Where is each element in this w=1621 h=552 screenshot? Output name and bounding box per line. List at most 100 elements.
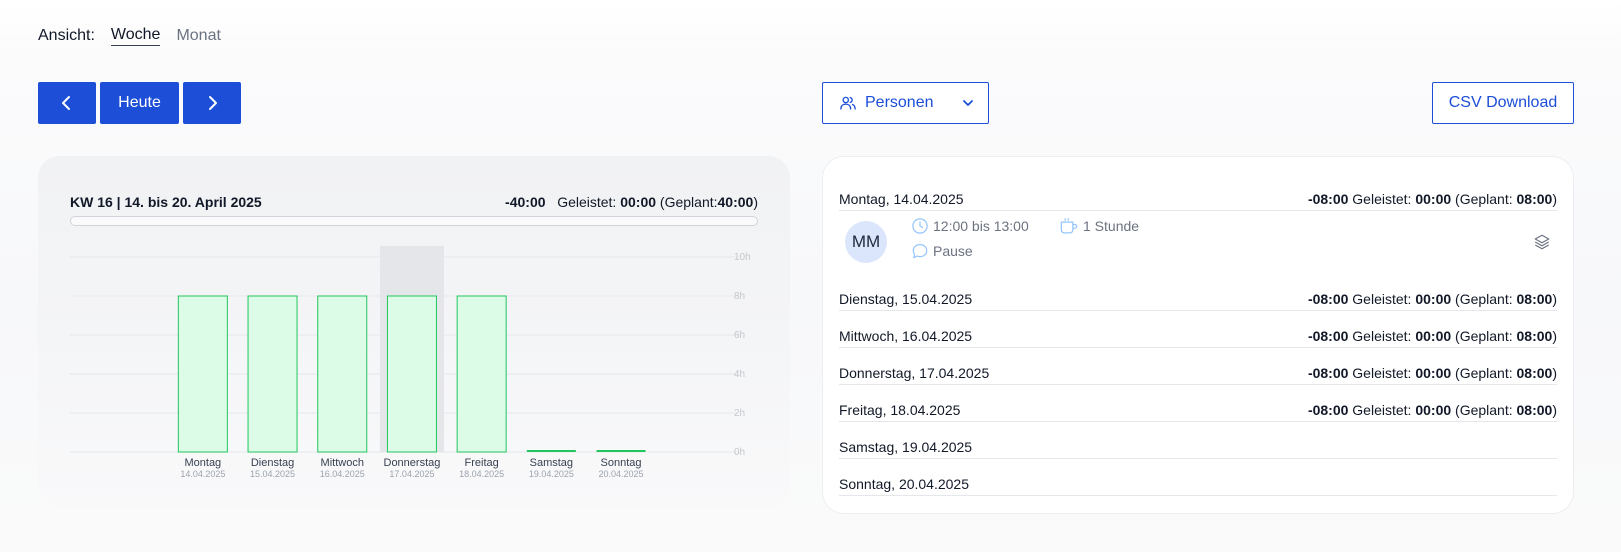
csv-download-button[interactable]: CSV Download (1432, 82, 1574, 124)
y-tick-label: 0h (734, 447, 745, 458)
time-entry[interactable]: MM 12:00 bis 13:00 1 Stunde Pause (839, 217, 1557, 273)
y-tick-label: 4h (734, 369, 745, 380)
day-planned-close: ) (1552, 291, 1557, 307)
day-name: Mittwoch, 16.04.2025 (839, 328, 973, 344)
today-button[interactable]: Heute (100, 82, 179, 124)
day-done-value: 00:00 (1415, 191, 1452, 207)
day-planned-value: 08:00 (1516, 291, 1553, 307)
day-planned-value: 08:00 (1516, 191, 1553, 207)
persons-dropdown[interactable]: Personen (822, 82, 989, 124)
day-done-value: 00:00 (1415, 402, 1452, 418)
entry-break-text: 1 Stunde (1083, 218, 1140, 234)
x-tick-date: 16.04.2025 (320, 469, 365, 479)
day-name: Montag, 14.04.2025 (839, 191, 964, 207)
bar (317, 295, 368, 453)
bar (247, 295, 298, 453)
day-name: Dienstag, 15.04.2025 (839, 291, 973, 307)
x-tick-date: 17.04.2025 (389, 469, 434, 479)
day-done-label: Geleistet: (1352, 291, 1412, 307)
day-planned-label: (Geplant: (1455, 291, 1513, 307)
day-row: Samstag, 19.04.2025 (839, 439, 1557, 459)
bar (386, 295, 437, 453)
day-name: Freitag, 18.04.2025 (839, 402, 961, 418)
entry-break: 1 Stunde (1059, 217, 1139, 235)
users-icon (840, 96, 856, 110)
day-planned-label: (Geplant: (1455, 191, 1513, 207)
day-done-value: 00:00 (1415, 365, 1452, 381)
day-summary: -08:00 Geleistet: 00:00 (Geplant: 08:00) (1308, 365, 1557, 381)
x-tick-label: Mittwoch (321, 457, 364, 469)
coffee-icon (1060, 218, 1078, 234)
day-planned-close: ) (1552, 328, 1557, 344)
view-option-week[interactable]: Woche (110, 26, 161, 46)
day-summary: -08:00 Geleistet: 00:00 (Geplant: 08:00) (1308, 191, 1557, 207)
day-summary: -08:00 Geleistet: 00:00 (Geplant: 08:00) (1308, 328, 1557, 344)
y-tick-label: 10h (734, 252, 751, 263)
day-summary: -08:00 Geleistet: 00:00 (Geplant: 08:00) (1308, 291, 1557, 307)
day-done-value: 00:00 (1415, 328, 1452, 344)
day-row: Mittwoch, 16.04.2025 -08:00 Geleistet: 00… (839, 328, 1557, 348)
week-chart-card: KW 16 | 14. bis 20. April 2025 -40:00 Ge… (38, 156, 790, 508)
avatar: MM (845, 221, 887, 263)
day-planned-close: ) (1552, 365, 1557, 381)
day-name: Donnerstag, 17.04.2025 (839, 365, 990, 381)
layers-icon[interactable] (1533, 233, 1551, 251)
day-list-card: Montag, 14.04.2025 -08:00 Geleistet: 00:0… (822, 156, 1574, 514)
bar (177, 295, 228, 453)
day-planned-label: (Geplant: (1455, 365, 1513, 381)
day-planned-label: (Geplant: (1455, 402, 1513, 418)
chevron-down-icon (962, 100, 973, 106)
day-row: Freitag, 18.04.2025 -08:00 Geleistet: 00:… (839, 402, 1557, 422)
chevron-left-icon (62, 96, 70, 110)
day-row: Dienstag, 15.04.2025 -08:00 Geleistet: 00… (839, 291, 1557, 311)
x-tick-date: 15.04.2025 (250, 469, 295, 479)
comment-icon (912, 244, 928, 259)
bar (456, 295, 507, 453)
x-tick-label: Freitag (465, 457, 499, 469)
day-row: Montag, 14.04.2025 -08:00 Geleistet: 00:0… (839, 191, 1557, 211)
day-planned-close: ) (1552, 191, 1557, 207)
today-button-label: Heute (118, 94, 161, 111)
day-balance: -08:00 (1307, 191, 1349, 207)
view-label: Ansicht: (38, 27, 95, 44)
view-option-month[interactable]: Monat (176, 27, 220, 45)
day-balance: -08:00 (1307, 291, 1349, 307)
previous-week-button[interactable] (38, 82, 96, 124)
day-summary: -08:00 Geleistet: 00:00 (Geplant: 08:00) (1308, 402, 1557, 418)
chevron-right-icon (209, 96, 217, 110)
next-week-button[interactable] (183, 82, 241, 124)
x-tick-label: Donnerstag (384, 457, 441, 469)
day-name: Sonntag, 20.04.2025 (839, 476, 970, 492)
day-name: Samstag, 19.04.2025 (839, 439, 973, 455)
day-done-label: Geleistet: (1352, 365, 1412, 381)
bar (596, 450, 646, 452)
x-tick-date: 18.04.2025 (459, 469, 504, 479)
week-bar-chart: 0h 2h 4h 6h 8h 10h Montag14.04.2025 Dienstag15.… (70, 246, 751, 479)
day-done-label: Geleistet: (1352, 402, 1412, 418)
day-balance: -08:00 (1307, 365, 1349, 381)
x-tick-label: Dienstag (251, 457, 294, 469)
x-tick-date: 20.04.2025 (599, 469, 644, 479)
day-planned-value: 08:00 (1516, 365, 1553, 381)
csv-download-label: CSV Download (1448, 94, 1558, 111)
day-done-label: Geleistet: (1352, 191, 1412, 207)
day-done-value: 00:00 (1415, 291, 1452, 307)
day-planned-value: 08:00 (1516, 328, 1553, 344)
entry-note-text: Pause (933, 243, 973, 259)
view-switcher: Ansicht: Woche Monat (38, 26, 237, 46)
x-tick-label: Sonntag (601, 457, 642, 469)
x-tick-date: 14.04.2025 (180, 469, 225, 479)
y-tick-label: 8h (734, 291, 745, 302)
persons-dropdown-label: Personen (865, 94, 934, 111)
day-row: Sonntag, 20.04.2025 (839, 476, 1557, 496)
day-done-label: Geleistet: (1352, 328, 1412, 344)
entry-time-text: 12:00 bis 13:00 (933, 218, 1029, 234)
day-planned-close: ) (1552, 402, 1557, 418)
y-tick-label: 6h (734, 330, 745, 341)
clock-icon (912, 218, 928, 234)
day-planned-value: 08:00 (1516, 402, 1553, 418)
x-tick-date: 19.04.2025 (529, 469, 574, 479)
entry-note: Pause (911, 242, 973, 260)
day-planned-label: (Geplant: (1455, 328, 1513, 344)
y-tick-label: 2h (734, 408, 745, 419)
